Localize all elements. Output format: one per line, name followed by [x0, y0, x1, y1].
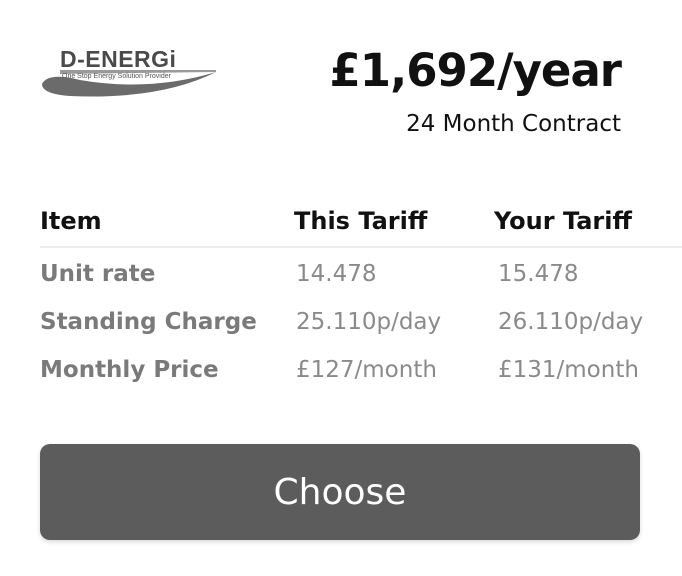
- your-tariff-unit-rate: 15.478: [498, 261, 579, 287]
- annual-price: £1,692/year: [329, 44, 622, 97]
- brand-name: D-ENERGi: [60, 46, 177, 72]
- table-divider: [40, 246, 682, 248]
- row-label-standing-charge: Standing Charge: [40, 309, 257, 335]
- row-label-monthly-price: Monthly Price: [40, 357, 219, 383]
- column-header-this-tariff: This Tariff: [294, 207, 428, 235]
- your-tariff-standing-charge: 26.110p/day: [498, 309, 644, 335]
- brand-logo: D-ENERGi One Stop Energy Solution Provid…: [40, 44, 218, 98]
- contract-length: 24 Month Contract: [406, 111, 621, 137]
- choose-button[interactable]: Choose: [40, 444, 640, 540]
- row-label-unit-rate: Unit rate: [40, 261, 156, 287]
- column-header-your-tariff: Your Tariff: [494, 207, 632, 235]
- this-tariff-standing-charge: 25.110p/day: [296, 309, 442, 335]
- column-header-item: Item: [40, 207, 102, 235]
- brand-tagline: One Stop Energy Solution Provider: [62, 73, 171, 80]
- this-tariff-monthly-price: £127/month: [296, 357, 437, 383]
- your-tariff-monthly-price: £131/month: [498, 357, 639, 383]
- this-tariff-unit-rate: 14.478: [296, 261, 377, 287]
